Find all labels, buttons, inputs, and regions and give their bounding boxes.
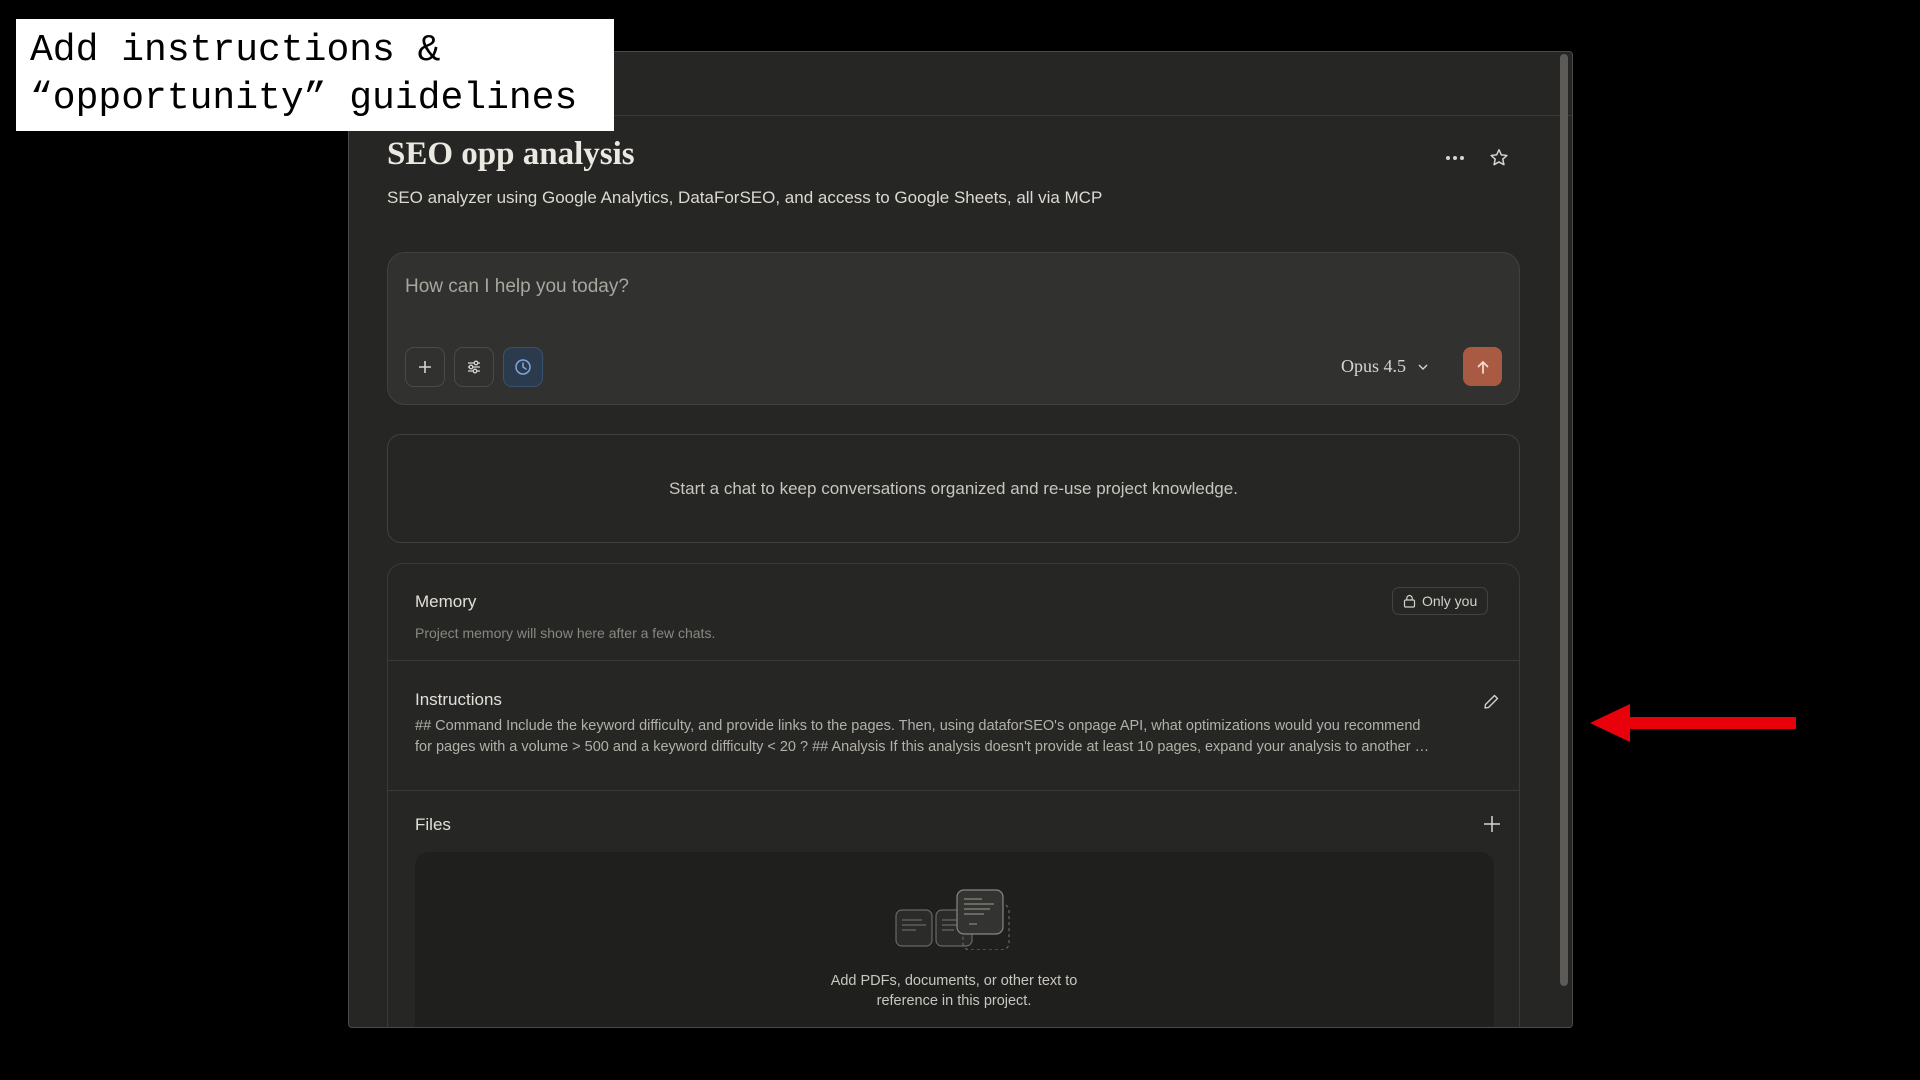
empty-chats-text: Start a chat to keep conversations organ… [669,478,1238,498]
add-attachment-button[interactable] [405,347,445,387]
files-empty-text: Add PDFs, documents, or other text to re… [830,973,1078,1009]
more-options-button[interactable] [1439,142,1471,174]
empty-chats-card: Start a chat to keep conversations organ… [387,434,1520,543]
memory-subtitle: Project memory will show here after a fe… [415,625,716,641]
add-files-button[interactable] [1480,812,1504,836]
visibility-label: Only you [1422,593,1478,609]
scrollbar[interactable] [1560,54,1568,986]
pencil-icon [1484,694,1499,709]
chat-composer: Opus 4.5 [387,252,1520,405]
documents-icon [895,889,1010,950]
chat-input[interactable] [405,273,1405,301]
instructions-line: ## Command Include the keyword difficult… [415,718,1421,734]
arrow-up-icon [1477,360,1488,374]
clock-icon [515,359,531,375]
project-description: SEO analyzer using Google Analytics, Dat… [387,188,1103,207]
divider [388,660,1519,661]
memory-title: Memory [415,592,477,611]
tools-button[interactable] [454,347,494,387]
plus-icon [419,361,431,373]
annotation-arrow [1590,704,1796,742]
ellipsis-icon [1446,156,1464,160]
lock-icon [1403,594,1416,608]
edit-instructions-button[interactable] [1478,689,1504,715]
extended-thinking-button[interactable] [503,347,543,387]
send-button[interactable] [1463,347,1502,386]
app-window: ts SEO opp analysis SEO analyzer using G… [348,51,1573,1028]
page-title: SEO opp analysis [387,136,635,172]
divider [388,790,1519,791]
instructions-title: Instructions [415,690,502,709]
instructions-preview[interactable]: ## Command Include the keyword difficult… [415,716,1483,758]
model-selector[interactable]: Opus 4.5 [1341,356,1430,377]
instructions-line: for pages with a volume > 500 and a keyw… [415,739,1430,755]
model-label: Opus 4.5 [1341,356,1407,376]
plus-icon [1484,816,1500,832]
project-knowledge-panel: Memory Project memory will show here aft… [387,563,1520,1027]
files-dropzone[interactable]: Add PDFs, documents, or other text to re… [415,852,1494,1027]
star-button[interactable] [1483,142,1515,174]
annotation-callout: Add instructions & “opportunity” guideli… [16,19,614,131]
star-icon [1490,149,1508,166]
files-title: Files [415,815,451,834]
sliders-icon [468,360,480,374]
memory-visibility-badge[interactable]: Only you [1392,587,1489,615]
chevron-down-icon [1418,364,1428,370]
